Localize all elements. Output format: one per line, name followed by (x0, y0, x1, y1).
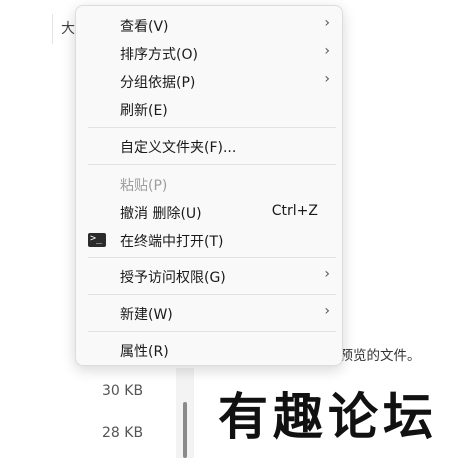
context-menu: 查看(V) › 排序方式(O) › 分组依据(P) › 刷新(E) 自定义文件夹… (75, 5, 343, 366)
menu-item-sort-by[interactable]: 排序方式(O) › (76, 40, 342, 66)
file-size-cell: 30 KB (102, 383, 144, 399)
menu-item-label: 新建(W) (120, 307, 173, 323)
chevron-right-icon: › (324, 266, 330, 282)
menu-item-label: 在终端中打开(T) (120, 234, 224, 250)
menu-item-paste: 粘贴(P) (76, 171, 342, 197)
menu-item-group-by[interactable]: 分组依据(P) › (76, 68, 342, 94)
menu-item-properties[interactable]: 属性(R) (76, 337, 342, 363)
menu-item-customize-folder[interactable]: 自定义文件夹(F)... (76, 133, 342, 159)
menu-item-label: 属性(R) (120, 344, 169, 360)
menu-item-give-access[interactable]: 授予访问权限(G) › (76, 263, 342, 289)
menu-separator (88, 257, 336, 258)
menu-separator (88, 331, 336, 332)
menu-separator (88, 294, 336, 295)
column-header-fragment[interactable]: 大 (61, 18, 75, 38)
scrollbar-thumb[interactable] (183, 402, 187, 458)
terminal-icon: >_ (88, 233, 106, 247)
chevron-right-icon: › (324, 43, 330, 59)
menu-item-open-in-terminal[interactable]: >_ 在终端中打开(T) (76, 227, 342, 253)
menu-item-refresh[interactable]: 刷新(E) (76, 96, 342, 122)
menu-item-undo-delete[interactable]: 撤消 删除(U) Ctrl+Z (76, 199, 342, 225)
terminal-prompt-glyph: >_ (90, 233, 103, 244)
menu-item-label: 授予访问权限(G) (120, 270, 226, 286)
watermark-text: 有趣论坛 (218, 387, 438, 446)
menu-item-label: 排序方式(O) (120, 47, 198, 63)
menu-item-label: 查看(V) (120, 19, 169, 35)
chevron-right-icon: › (324, 15, 330, 31)
menu-item-label: 自定义文件夹(F)... (120, 140, 237, 156)
menu-separator (88, 127, 336, 128)
menu-item-label: 分组依据(P) (120, 75, 196, 91)
menu-item-view[interactable]: 查看(V) › (76, 12, 342, 38)
column-divider (52, 14, 53, 44)
chevron-right-icon: › (324, 71, 330, 87)
keyboard-shortcut: Ctrl+Z (271, 203, 318, 219)
chevron-right-icon: › (324, 303, 330, 319)
file-size-cell: 28 KB (102, 425, 144, 441)
menu-item-label: 撤消 删除(U) (120, 206, 202, 222)
menu-item-label: 粘贴(P) (120, 178, 168, 194)
menu-separator (88, 164, 336, 165)
menu-item-new[interactable]: 新建(W) › (76, 300, 342, 326)
menu-item-label: 刷新(E) (120, 103, 168, 119)
